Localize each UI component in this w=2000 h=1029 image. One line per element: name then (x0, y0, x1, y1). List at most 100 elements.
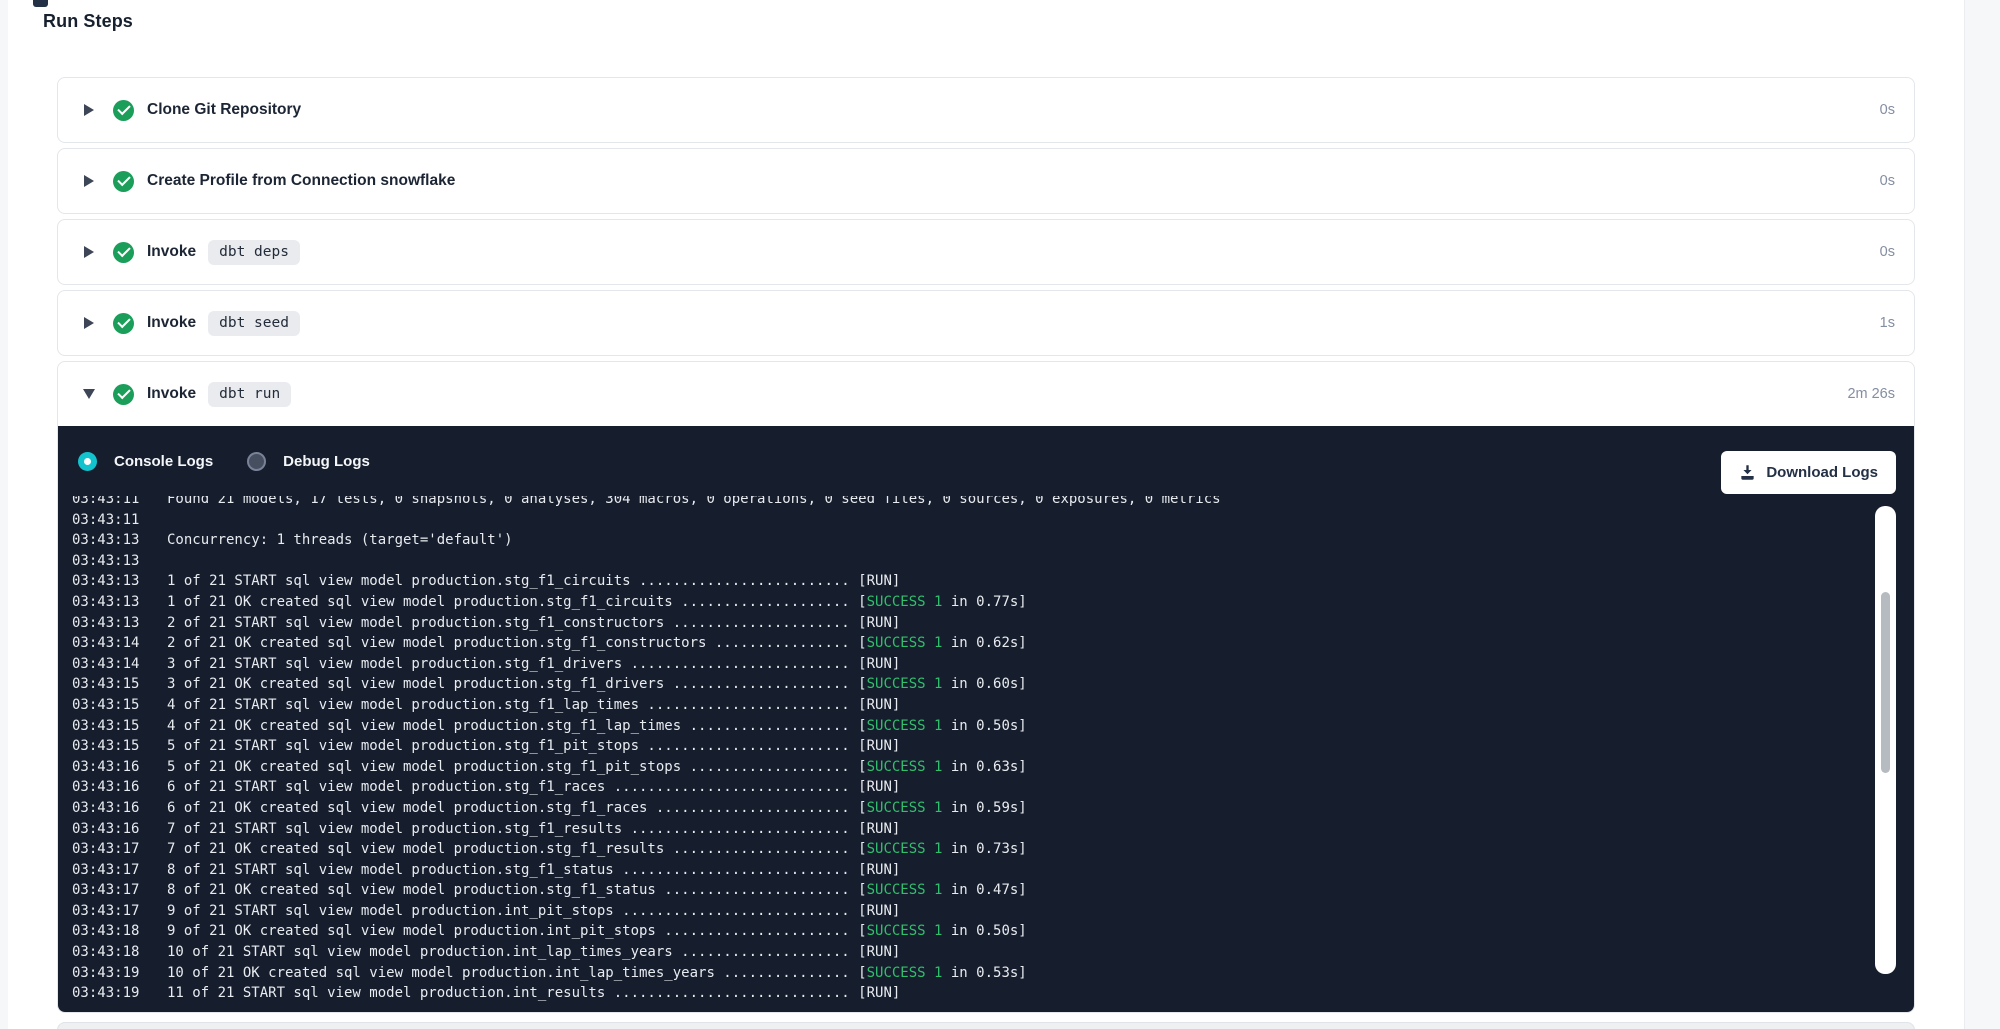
log-line: 03:43:1911 of 21 START sql view model pr… (72, 983, 1914, 1004)
left-edge-strip (0, 0, 8, 1029)
success-check-icon (113, 100, 134, 121)
log-line: 03:43:13 (72, 551, 1914, 572)
log-timestamp: 03:43:16 (72, 777, 167, 798)
log-timestamp: 03:43:15 (72, 695, 167, 716)
log-message: 10 of 21 OK created sql view model produ… (167, 965, 1027, 981)
log-viewport[interactable]: 03:43:11Found 21 models, 17 tests, 0 sna… (58, 496, 1914, 1004)
collapse-caret-icon[interactable] (83, 389, 95, 399)
log-timestamp: 03:43:13 (72, 571, 167, 592)
log-line: 03:43:154 of 21 OK created sql view mode… (72, 716, 1914, 737)
step-header[interactable]: Invoke dbt seed 1s (58, 291, 1914, 355)
step-duration: 0s (1880, 102, 1895, 118)
log-message: Concurrency: 1 threads (target='default'… (167, 532, 513, 548)
log-line: 03:43:1810 of 21 START sql view model pr… (72, 942, 1914, 963)
log-scrollbar-thumb[interactable] (1881, 592, 1890, 773)
log-timestamp: 03:43:17 (72, 901, 167, 922)
console-logs-label[interactable]: Console Logs (114, 453, 213, 470)
log-line: 03:43:143 of 21 START sql view model pro… (72, 654, 1914, 675)
log-scrollbar-track[interactable] (1875, 506, 1896, 974)
log-message: 10 of 21 START sql view model production… (167, 944, 900, 960)
log-timestamp: 03:43:13 (72, 530, 167, 551)
step-duration: 1s (1880, 315, 1895, 331)
success-check-icon (113, 171, 134, 192)
log-message: 9 of 21 OK created sql view model produc… (167, 923, 1027, 939)
log-success-badge: SUCCESS 1 (867, 594, 943, 610)
log-timestamp: 03:43:13 (72, 592, 167, 613)
step-duration: 0s (1880, 173, 1895, 189)
run-steps-list: Clone Git Repository 0s Create Profile f… (57, 77, 1915, 1018)
log-timestamp: 03:43:14 (72, 654, 167, 675)
log-line: 03:43:131 of 21 START sql view model pro… (72, 571, 1914, 592)
log-message: 7 of 21 START sql view model production.… (167, 821, 900, 837)
debug-logs-label[interactable]: Debug Logs (283, 453, 370, 470)
log-line: 03:43:11Found 21 models, 17 tests, 0 sna… (72, 496, 1914, 510)
log-message: 4 of 21 OK created sql view model produc… (167, 718, 1027, 734)
log-line: 03:43:131 of 21 OK created sql view mode… (72, 592, 1914, 613)
page-title: Run Steps (43, 11, 133, 32)
log-line: 03:43:165 of 21 OK created sql view mode… (72, 757, 1914, 778)
log-timestamp: 03:43:15 (72, 736, 167, 757)
log-timestamp: 03:43:15 (72, 716, 167, 737)
step-label: Clone Git Repository (147, 101, 301, 119)
log-message: 3 of 21 START sql view model production.… (167, 656, 900, 672)
log-timestamp: 03:43:19 (72, 963, 167, 984)
right-edge-strip (1964, 0, 2000, 1029)
console-logs-radio[interactable] (78, 452, 97, 471)
log-line: 03:43:1910 of 21 OK created sql view mod… (72, 963, 1914, 984)
log-timestamp: 03:43:16 (72, 757, 167, 778)
log-message: 8 of 21 START sql view model production.… (167, 862, 900, 878)
debug-logs-radio[interactable] (247, 452, 266, 471)
log-message: 1 of 21 OK created sql view model produc… (167, 594, 1027, 610)
log-timestamp: 03:43:14 (72, 633, 167, 654)
expand-caret-icon[interactable] (83, 246, 95, 258)
step-header[interactable]: Clone Git Repository 0s (58, 78, 1914, 142)
step-label: Invoke (147, 243, 196, 261)
log-line: 03:43:154 of 21 START sql view model pro… (72, 695, 1914, 716)
log-timestamp: 03:43:18 (72, 921, 167, 942)
log-message: 3 of 21 OK created sql view model produc… (167, 676, 1027, 692)
download-logs-button[interactable]: Download Logs (1721, 451, 1896, 494)
log-success-badge: SUCCESS 1 (867, 882, 943, 898)
step-header[interactable]: Invoke dbt deps 0s (58, 220, 1914, 284)
expand-caret-icon[interactable] (83, 317, 95, 329)
log-line: 03:43:153 of 21 OK created sql view mode… (72, 674, 1914, 695)
log-line: 03:43:132 of 21 START sql view model pro… (72, 613, 1914, 634)
step-card-create-profile: Create Profile from Connection snowflake… (57, 148, 1915, 214)
run-steps-screen: Run Steps Clone Git Repository 0s Create… (0, 0, 2000, 1029)
log-success-badge: SUCCESS 1 (867, 759, 943, 775)
log-timestamp: 03:43:17 (72, 880, 167, 901)
log-panel: Console Logs Debug Logs Download Logs (58, 426, 1914, 1012)
log-success-badge: SUCCESS 1 (867, 923, 943, 939)
step-header[interactable]: Create Profile from Connection snowflake… (58, 149, 1914, 213)
log-timestamp: 03:43:19 (72, 983, 167, 1004)
log-timestamp: 03:43:13 (72, 613, 167, 634)
next-step-card-peek (57, 1022, 1915, 1029)
log-success-badge: SUCCESS 1 (867, 676, 943, 692)
log-line: 03:43:177 of 21 OK created sql view mode… (72, 839, 1914, 860)
expand-caret-icon[interactable] (83, 104, 95, 116)
log-line: 03:43:189 of 21 OK created sql view mode… (72, 921, 1914, 942)
log-controls: Console Logs Debug Logs Download Logs (58, 426, 1914, 496)
log-line: 03:43:178 of 21 START sql view model pro… (72, 860, 1914, 881)
log-timestamp: 03:43:15 (72, 674, 167, 695)
log-timestamp: 03:43:13 (72, 551, 167, 572)
log-message: Found 21 models, 17 tests, 0 snapshots, … (167, 496, 1221, 507)
log-success-badge: SUCCESS 1 (867, 800, 943, 816)
log-line: 03:43:167 of 21 START sql view model pro… (72, 819, 1914, 840)
command-chip: dbt seed (208, 311, 300, 336)
step-card-dbt-deps: Invoke dbt deps 0s (57, 219, 1915, 285)
step-duration: 2m 26s (1847, 386, 1895, 402)
step-header[interactable]: Invoke dbt run 2m 26s (58, 362, 1914, 426)
log-message: 4 of 21 START sql view model production.… (167, 697, 900, 713)
log-content: 03:43:11Found 21 models, 17 tests, 0 sna… (58, 496, 1914, 1004)
step-label: Invoke (147, 314, 196, 332)
log-line: 03:43:166 of 21 OK created sql view mode… (72, 798, 1914, 819)
log-message: 5 of 21 OK created sql view model produc… (167, 759, 1027, 775)
log-success-badge: SUCCESS 1 (867, 965, 943, 981)
step-card-clone-git: Clone Git Repository 0s (57, 77, 1915, 143)
expand-caret-icon[interactable] (83, 175, 95, 187)
log-message: 6 of 21 START sql view model production.… (167, 779, 900, 795)
command-chip: dbt deps (208, 240, 300, 265)
log-timestamp: 03:43:16 (72, 798, 167, 819)
log-success-badge: SUCCESS 1 (867, 635, 943, 651)
